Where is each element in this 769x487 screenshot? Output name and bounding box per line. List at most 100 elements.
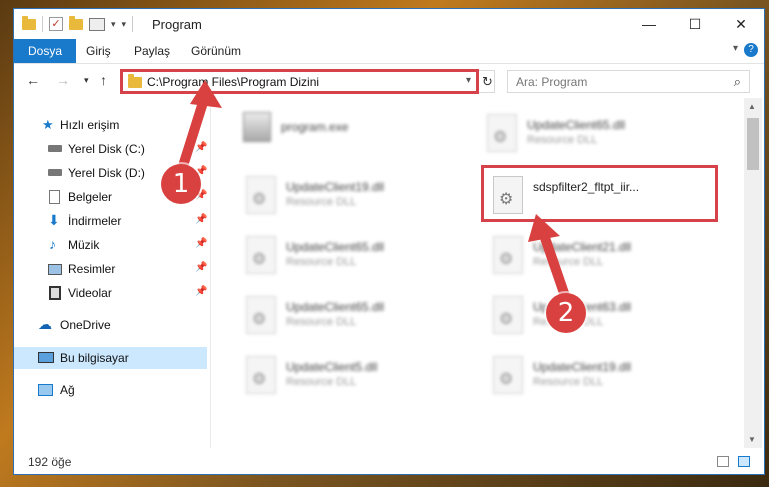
nav-item-label: Videolar	[68, 286, 112, 300]
file-item[interactable]: ⚙ UpdateClient21.dll Resource DLL	[483, 230, 723, 282]
file-name: UpdateClient65.dll	[286, 240, 385, 254]
gear-icon: ⚙	[252, 371, 267, 388]
pictures-icon	[48, 264, 62, 275]
nav-item-quick-access[interactable]: ★ Hızlı erişim	[14, 114, 210, 136]
file-type: Resource DLL	[527, 134, 598, 146]
dll-file-icon: ⚙	[493, 296, 523, 334]
dll-file-icon: ⚙	[487, 114, 517, 152]
scroll-thumb[interactable]	[747, 118, 759, 170]
file-item[interactable]: ⚙ UpdateClient65.dll Resource DLL	[236, 230, 476, 282]
nav-item-videos[interactable]: Videolar 📌	[14, 282, 210, 304]
nav-item-drive-c[interactable]: Yerel Disk (C:) 📌	[14, 138, 210, 160]
back-button[interactable]: ←	[26, 72, 40, 88]
tab-view[interactable]: Görünüm	[191, 39, 241, 63]
nav-item-music[interactable]: ♪ Müzik 📌	[14, 234, 210, 256]
details-view-icon[interactable]	[717, 456, 729, 467]
status-bar: 192 öğe	[14, 448, 764, 474]
drive-icon	[48, 169, 62, 176]
file-item[interactable]: ⚙ UpdateClient63.dll Resource DLL	[483, 290, 723, 342]
search-icon[interactable]: ⌕	[734, 74, 741, 90]
pin-icon[interactable]: 📌	[195, 214, 207, 225]
nav-item-label: Ağ	[60, 383, 75, 397]
search-input[interactable]: Ara: Program ⌕	[507, 70, 750, 93]
nav-item-downloads[interactable]: ⬇ İndirmeler 📌	[14, 210, 210, 232]
minimize-button[interactable]: —	[626, 9, 672, 39]
network-icon	[38, 384, 53, 396]
address-row: ← → ▾ ↑ C:\Program Files\Program Dizini …	[14, 64, 764, 98]
cloud-icon: ☁	[38, 316, 52, 332]
file-name: UpdateClient21.dll	[533, 240, 632, 254]
file-type: Resource DLL	[533, 376, 604, 388]
properties-check-icon[interactable]: ✓	[49, 17, 63, 31]
pin-icon[interactable]: 📌	[195, 142, 207, 153]
nav-item-label: Resimler	[68, 262, 116, 276]
file-name: UpdateClient19.dll	[286, 180, 385, 194]
exe-file-icon	[243, 112, 271, 142]
file-highlight-box	[481, 165, 718, 222]
pin-icon[interactable]: 📌	[195, 238, 207, 249]
nav-item-label: Bu bilgisayar	[60, 351, 129, 365]
recent-locations-icon[interactable]: ▾	[84, 75, 89, 86]
nav-item-label: İndirmeler	[68, 214, 122, 228]
dll-file-icon: ⚙	[493, 236, 523, 274]
large-icons-view-icon[interactable]	[738, 456, 750, 467]
close-button[interactable]: ✕	[718, 9, 764, 39]
scroll-up-icon[interactable]: ▲	[748, 102, 756, 111]
vertical-scrollbar[interactable]: ▲ ▼	[744, 98, 762, 448]
file-item[interactable]: ⚙ UpdateClient65.dll Resource DLL	[477, 108, 717, 160]
nav-item-network[interactable]: Ağ	[14, 379, 210, 401]
nav-item-label: Belgeler	[68, 190, 113, 204]
gear-icon: ⚙	[252, 311, 267, 328]
nav-item-label: Müzik	[68, 238, 100, 252]
title-bar: ✓ ▾ ▾ Program — ☐ ✕	[14, 9, 764, 39]
tab-file[interactable]: Dosya	[14, 39, 77, 63]
nav-item-pictures[interactable]: Resimler 📌	[14, 258, 210, 280]
gear-icon: ⚙	[499, 311, 514, 328]
nav-item-onedrive[interactable]: ☁ OneDrive	[14, 314, 210, 336]
help-button[interactable]: ?	[744, 43, 758, 57]
file-name: UpdateClient65.dll	[527, 118, 626, 132]
folder-icon[interactable]	[22, 15, 36, 30]
nav-item-label: Yerel Disk (D:)	[68, 166, 145, 180]
scroll-down-icon[interactable]: ▼	[748, 435, 756, 444]
tab-home[interactable]: Giriş	[86, 39, 111, 63]
nav-item-label: OneDrive	[60, 318, 111, 332]
file-item[interactable]: ⚙ UpdateClient5.dll Resource DLL	[236, 350, 476, 402]
download-icon: ⬇	[48, 212, 60, 228]
file-type: Resource DLL	[286, 256, 357, 268]
step-1-badge: 1	[161, 164, 201, 204]
expand-ribbon-icon[interactable]: ▾	[733, 43, 738, 54]
window-controls: — ☐ ✕	[626, 9, 764, 39]
refresh-icon[interactable]: ↻	[482, 74, 496, 90]
tab-share[interactable]: Paylaş	[134, 39, 170, 63]
file-item[interactable]: ⚙ UpdateClient19.dll Resource DLL	[483, 350, 723, 402]
pin-icon[interactable]: 📌	[195, 262, 207, 273]
dll-file-icon: ⚙	[246, 296, 276, 334]
dll-file-icon: ⚙	[246, 176, 276, 214]
up-button[interactable]: ↑	[100, 72, 107, 88]
window-title: Program	[152, 17, 202, 32]
file-item[interactable]: program.exe	[231, 108, 471, 160]
pin-icon[interactable]: 📌	[195, 286, 207, 297]
forward-button[interactable]: →	[56, 72, 70, 88]
maximize-button[interactable]: ☐	[672, 9, 718, 39]
file-item[interactable]: ⚙ UpdateClient65.dll Resource DLL	[236, 290, 476, 342]
file-name: UpdateClient65.dll	[286, 300, 385, 314]
item-count: 192 öğe	[28, 455, 72, 469]
file-item[interactable]: ⚙ UpdateClient19.dll Resource DLL	[236, 170, 476, 222]
chevron-down-icon[interactable]: ▾	[111, 19, 116, 30]
gear-icon: ⚙	[499, 371, 514, 388]
search-placeholder: Ara: Program	[516, 75, 588, 89]
nav-item-this-pc[interactable]: Bu bilgisayar	[14, 347, 207, 369]
properties-icon[interactable]	[89, 17, 105, 31]
dll-file-icon: ⚙	[246, 236, 276, 274]
file-name: UpdateClient19.dll	[533, 360, 632, 374]
gear-icon: ⚙	[499, 251, 514, 268]
customize-toolbar-icon[interactable]: ▾	[122, 19, 127, 30]
navigation-pane: ★ Hızlı erişim Yerel Disk (C:) 📌 Yerel D…	[14, 98, 211, 448]
toolbar-divider	[42, 16, 43, 32]
ribbon-tabs: Dosya Giriş Paylaş Görünüm ▾ ?	[14, 39, 764, 64]
new-folder-icon[interactable]	[69, 15, 83, 30]
dll-file-icon: ⚙	[246, 356, 276, 394]
videos-icon	[49, 286, 61, 300]
